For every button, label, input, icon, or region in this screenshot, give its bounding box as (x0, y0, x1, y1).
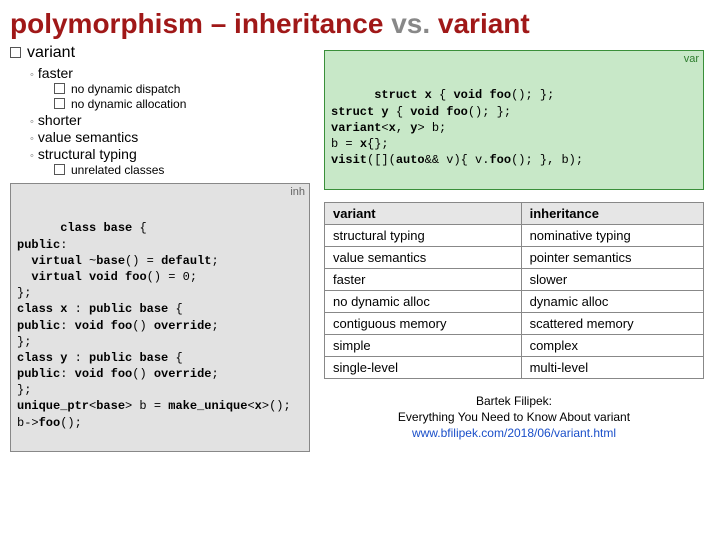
list-item: ◦ structural typing unrelated classes (30, 146, 310, 177)
citation: Bartek Filipek: Everything You Need to K… (324, 393, 704, 442)
checkbox-icon (10, 47, 21, 58)
table-header: inheritance (521, 202, 703, 224)
list-item: no dynamic allocation (54, 97, 310, 111)
sub-bullet-label: no dynamic allocation (71, 97, 186, 111)
sub-bullet-list: unrelated classes (30, 163, 310, 177)
table-row: fasterslower (325, 268, 704, 290)
comparison-table: variant inheritance structural typingnom… (324, 202, 704, 379)
bullet-icon: ◦ (30, 150, 34, 162)
table-row: contiguous memoryscattered memory (325, 312, 704, 334)
bullet-main: variant (10, 44, 310, 62)
table-cell: scattered memory (521, 312, 703, 334)
bullet-icon: ◦ (30, 133, 34, 145)
code-inh-text: class base { public: virtual ~base() = d… (17, 221, 291, 429)
bullet-label: shorter (38, 112, 82, 128)
right-column: var struct x { void foo(); }; struct y {… (324, 44, 704, 452)
table-cell: no dynamic alloc (325, 290, 522, 312)
checkbox-icon (54, 98, 65, 109)
list-item: no dynamic dispatch (54, 82, 310, 96)
table-cell: structural typing (325, 224, 522, 246)
table-row: no dynamic allocdynamic alloc (325, 290, 704, 312)
sub-bullet-label: unrelated classes (71, 163, 164, 177)
bullet-label: faster (38, 65, 73, 81)
list-item: ◦ shorter (30, 112, 310, 128)
code-tag-var: var (684, 52, 699, 67)
table-cell: nominative typing (521, 224, 703, 246)
table-cell: pointer semantics (521, 246, 703, 268)
bullet-main-label: variant (27, 44, 75, 61)
title-part2: variant (438, 8, 530, 39)
table-cell: faster (325, 268, 522, 290)
table-cell: single-level (325, 356, 522, 378)
citation-author: Bartek Filipek: (324, 393, 704, 409)
table-header-row: variant inheritance (325, 202, 704, 224)
table-row: value semanticspointer semantics (325, 246, 704, 268)
code-variant: var struct x { void foo(); }; struct y {… (324, 50, 704, 190)
list-item: ◦ faster no dynamic dispatch no dynamic a… (30, 65, 310, 111)
table-cell: dynamic alloc (521, 290, 703, 312)
code-inheritance: inh class base { public: virtual ~base()… (10, 183, 310, 452)
table-cell: value semantics (325, 246, 522, 268)
bullet-label: structural typing (38, 146, 137, 162)
code-tag-inh: inh (290, 185, 305, 200)
table-cell: contiguous memory (325, 312, 522, 334)
sub-bullet-list: no dynamic dispatch no dynamic allocatio… (30, 82, 310, 111)
bullet-icon: ◦ (30, 116, 34, 128)
table-header: variant (325, 202, 522, 224)
table-row: single-levelmulti-level (325, 356, 704, 378)
list-item: ◦ value semantics (30, 129, 310, 145)
table-cell: slower (521, 268, 703, 290)
checkbox-icon (54, 83, 65, 94)
citation-title: Everything You Need to Know About varian… (324, 409, 704, 425)
citation-link[interactable]: www.bfilipek.com/2018/06/variant.html (324, 425, 704, 441)
page-title: polymorphism – inheritance vs. variant (0, 0, 720, 42)
bullet-label: value semantics (38, 129, 138, 145)
table-cell: complex (521, 334, 703, 356)
table-row: simplecomplex (325, 334, 704, 356)
code-var-text: struct x { void foo(); }; struct y { voi… (331, 88, 583, 167)
bullet-list: ◦ faster no dynamic dispatch no dynamic a… (10, 65, 310, 177)
bullet-icon: ◦ (30, 69, 34, 81)
left-column: variant ◦ faster no dynamic dispatch no d… (10, 44, 310, 452)
content-area: variant ◦ faster no dynamic dispatch no d… (0, 42, 720, 452)
table-cell: simple (325, 334, 522, 356)
table-cell: multi-level (521, 356, 703, 378)
table-row: structural typingnominative typing (325, 224, 704, 246)
sub-bullet-label: no dynamic dispatch (71, 82, 180, 96)
list-item: unrelated classes (54, 163, 310, 177)
checkbox-icon (54, 164, 65, 175)
title-vs: vs. (383, 8, 437, 39)
title-part1: polymorphism – inheritance (10, 8, 383, 39)
